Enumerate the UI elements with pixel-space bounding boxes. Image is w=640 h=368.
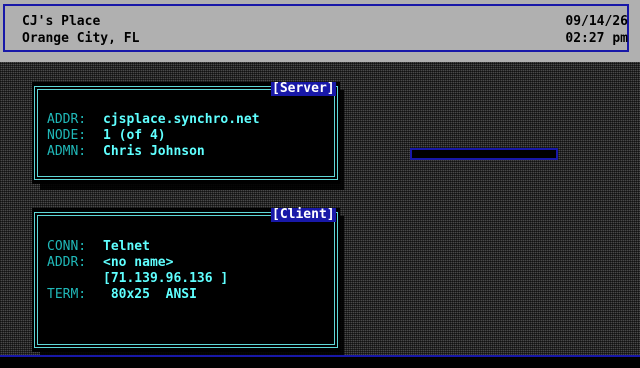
header-bar: CJ's Place Orange City, FL 09/14/26 02:2… (0, 0, 640, 62)
client-term-label: TERM: (47, 287, 87, 302)
server-addr-label: ADDR: (47, 112, 87, 127)
current-date: 09/14/26 (565, 14, 628, 29)
client-panel-title: [Client] (271, 207, 336, 222)
client-conn-value: Telnet (103, 239, 150, 254)
bottom-status-bar (0, 355, 640, 368)
server-admin-value: Chris Johnson (103, 144, 205, 159)
client-term-value: 80x25 ANSI (103, 287, 197, 302)
client-ip-value: [71.139.96.136 ] (103, 271, 229, 286)
server-panel: [Server] ADDR: cjsplace.synchro.net NODE… (32, 82, 340, 184)
client-panel: [Client] CONN: Telnet ADDR: <no name> [7… (32, 208, 340, 352)
bbs-name: CJ's Place (22, 14, 101, 29)
server-node-value: 1 (of 4) (103, 128, 166, 143)
server-panel-title: [Server] (271, 81, 336, 96)
client-addr-label: ADDR: (47, 255, 87, 270)
client-conn-label: CONN: (47, 239, 87, 254)
server-admin-label: ADMN: (47, 144, 87, 159)
current-time: 02:27 pm (565, 31, 628, 46)
server-node-label: NODE: (47, 128, 87, 143)
status-indicator (410, 148, 558, 160)
bbs-location: Orange City, FL (22, 31, 140, 46)
client-addr-value: <no name> (103, 255, 174, 270)
server-addr-value: cjsplace.synchro.net (103, 112, 260, 127)
